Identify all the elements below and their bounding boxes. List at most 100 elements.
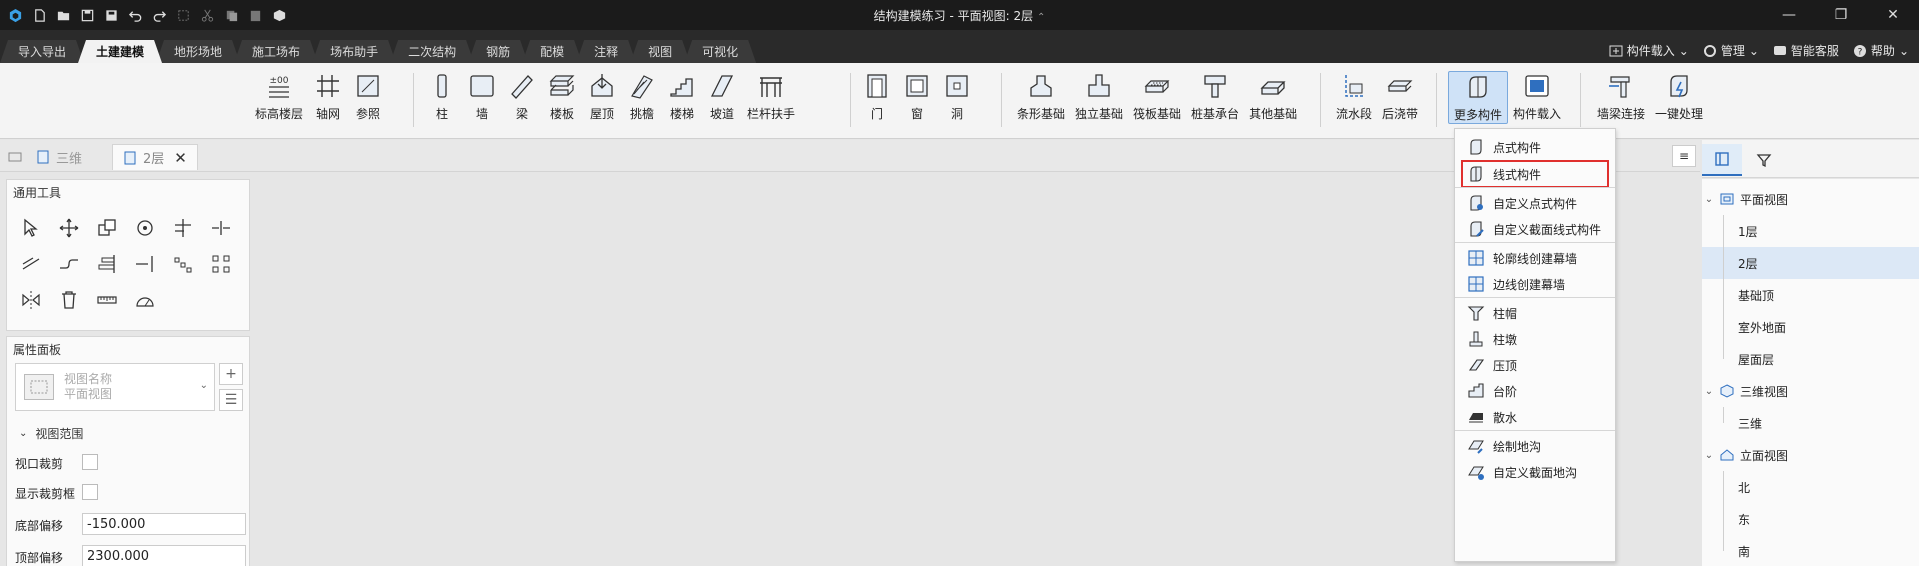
array-icon[interactable] [171,252,195,276]
menu-item-3[interactable]: 自定义截面线式构件 [1455,215,1615,243]
crop-view-checkbox[interactable] [82,454,98,470]
copy-tool-icon[interactable] [95,216,119,240]
ribbon-button-group2-6[interactable]: 楼梯 [662,71,702,122]
doc-tab-3d[interactable]: 三维 [26,144,92,170]
ribbon-tab-6[interactable]: 钢筋 [468,40,528,63]
tree-item[interactable]: 南 [1702,535,1919,566]
ribbon-tab-0[interactable]: 导入导出 [0,40,84,63]
ribbon-button-group5-0[interactable]: 流水段 [1331,71,1377,122]
ribbon-button-group4-3[interactable]: 桩基承台 [1186,71,1244,122]
ribbon-button-group6-1[interactable]: 构件载入 [1508,71,1566,124]
ribbon-tab-1[interactable]: 土建建模 [78,40,162,63]
load-component-menu[interactable]: 构件载入 ⌄ [1609,42,1689,59]
tree-item[interactable]: 北 [1702,471,1919,503]
ribbon-button-group2-5[interactable]: 挑檐 [622,71,662,122]
close-tab-icon[interactable]: ✕ [174,149,187,167]
ribbon-button-group2-7[interactable]: 坡道 [702,71,742,122]
menu-item-11[interactable]: 绘制地沟 [1455,432,1615,460]
mirror-icon[interactable] [19,288,43,312]
settings-button[interactable]: ☰ [219,389,243,411]
tree-group-view-3d[interactable]: ⌄ 三维视图 [1702,375,1919,407]
ribbon-button-group7-1[interactable]: 一键处理 [1650,71,1708,122]
ribbon-button-group4-0[interactable]: 条形基础 [1012,71,1070,122]
tree-item[interactable]: 2层 [1702,247,1919,279]
ribbon-button-group1-1[interactable]: 轴网 [308,71,348,122]
tab-list-icon[interactable] [4,144,26,170]
rotate-icon[interactable] [133,216,157,240]
fillet-icon[interactable] [57,252,81,276]
trim-icon[interactable] [171,216,195,240]
ribbon-tab-3[interactable]: 施工场布 [234,40,318,63]
menu-icon[interactable]: ≡ [1672,145,1696,167]
tree-item[interactable]: 室外地面 [1702,311,1919,343]
tab-project-browser[interactable] [1702,144,1742,176]
tree-group-plan-view[interactable]: ⌄ 平面视图 [1702,183,1919,215]
delete-icon[interactable] [57,288,81,312]
manage-menu[interactable]: 管理 ⌄ [1703,42,1759,59]
ribbon-button-group2-1[interactable]: 墙 [462,71,502,122]
view-range-section[interactable]: ⌄ 视图范围 [19,425,83,442]
help-menu[interactable]: ? 帮助 ⌄ [1853,42,1909,59]
menu-item-1[interactable]: 线式构件 [1461,160,1609,188]
tree-item[interactable]: 三维 [1702,407,1919,439]
ribbon-tab-7[interactable]: 配模 [522,40,582,63]
menu-item-5[interactable]: 边线创建幕墙 [1455,270,1615,298]
show-crop-checkbox[interactable] [82,484,98,500]
ribbon-tab-5[interactable]: 二次结构 [390,40,474,63]
ribbon-tab-8[interactable]: 注释 [576,40,636,63]
close-button[interactable]: ✕ [1867,0,1919,30]
ribbon-button-group3-1[interactable]: 窗 [897,71,937,122]
move-icon[interactable] [57,216,81,240]
measure-icon[interactable] [95,288,119,312]
menu-item-9[interactable]: 台阶 [1455,377,1615,405]
ribbon-button-group4-1[interactable]: 独立基础 [1070,71,1128,122]
align-icon[interactable] [95,252,119,276]
ribbon-tab-10[interactable]: 可视化 [684,40,756,63]
service-button[interactable]: 智能客服 [1773,42,1839,59]
add-button[interactable]: + [219,363,243,385]
menu-item-6[interactable]: 柱帽 [1455,299,1615,327]
top-offset-input[interactable]: 2300.000 [82,545,246,566]
menu-item-4[interactable]: 轮廓线创建幕墙 [1455,244,1615,272]
ribbon-button-group2-8[interactable]: 栏杆扶手 [742,71,800,122]
tab-filter[interactable] [1744,144,1784,176]
ribbon-button-group2-4[interactable]: 屋顶 [582,71,622,122]
angle-measure-icon[interactable] [133,288,157,312]
tree-item[interactable]: 东 [1702,503,1919,535]
minimize-button[interactable]: — [1763,0,1815,30]
view-type-select[interactable]: 视图名称 平面视图 ⌄ [15,363,215,411]
menu-item-7[interactable]: 柱墩 [1455,325,1615,353]
menu-item-2[interactable]: 自定义点式构件 [1455,189,1615,217]
ribbon-button-group1-2[interactable]: 参照 [348,71,388,122]
ribbon-button-group3-0[interactable]: 门 [857,71,897,122]
split-icon[interactable] [209,216,233,240]
ribbon-button-group2-2[interactable]: 梁 [502,71,542,122]
ribbon-button-group2-0[interactable]: 柱 [422,71,462,122]
ribbon-tab-2[interactable]: 地形场地 [156,40,240,63]
ribbon-tab-9[interactable]: 视图 [630,40,690,63]
ribbon-button-group6-0[interactable]: 更多构件 [1448,71,1509,124]
ribbon-button-group1-0[interactable]: ±00 标高楼层 [250,71,308,122]
menu-item-8[interactable]: 压顶 [1455,351,1615,379]
ribbon-tab-4[interactable]: 场布助手 [312,40,396,63]
ribbon-button-group7-0[interactable]: 墙梁连接 [1592,71,1650,122]
tree-item[interactable]: 屋面层 [1702,343,1919,375]
bottom-offset-input[interactable]: -150.000 [82,513,246,535]
menu-item-12[interactable]: 自定义截面地沟 [1455,458,1615,486]
menu-item-0[interactable]: 点式构件 [1455,133,1615,161]
select-arrow-icon[interactable] [19,216,43,240]
group-icon[interactable] [209,252,233,276]
tree-group-elevation-view[interactable]: ⌄ 立面视图 [1702,439,1919,471]
ribbon-button-group5-1[interactable]: 后浇带 [1377,71,1423,122]
menu-item-10[interactable]: 散水 [1455,403,1615,431]
doc-tab-2f[interactable]: 2层 ✕ [112,144,198,170]
ribbon-button-group3-2[interactable]: 洞 [937,71,977,122]
restore-button[interactable]: ❐ [1815,0,1867,30]
tree-item[interactable]: 基础顶 [1702,279,1919,311]
ribbon-button-group4-4[interactable]: 其他基础 [1244,71,1302,122]
ribbon-button-group4-2[interactable]: 筏板基础 [1128,71,1186,122]
extend-icon[interactable] [133,252,157,276]
ribbon-button-group2-3[interactable]: 楼板 [542,71,582,122]
offset-icon[interactable] [19,252,43,276]
tree-item[interactable]: 1层 [1702,215,1919,247]
